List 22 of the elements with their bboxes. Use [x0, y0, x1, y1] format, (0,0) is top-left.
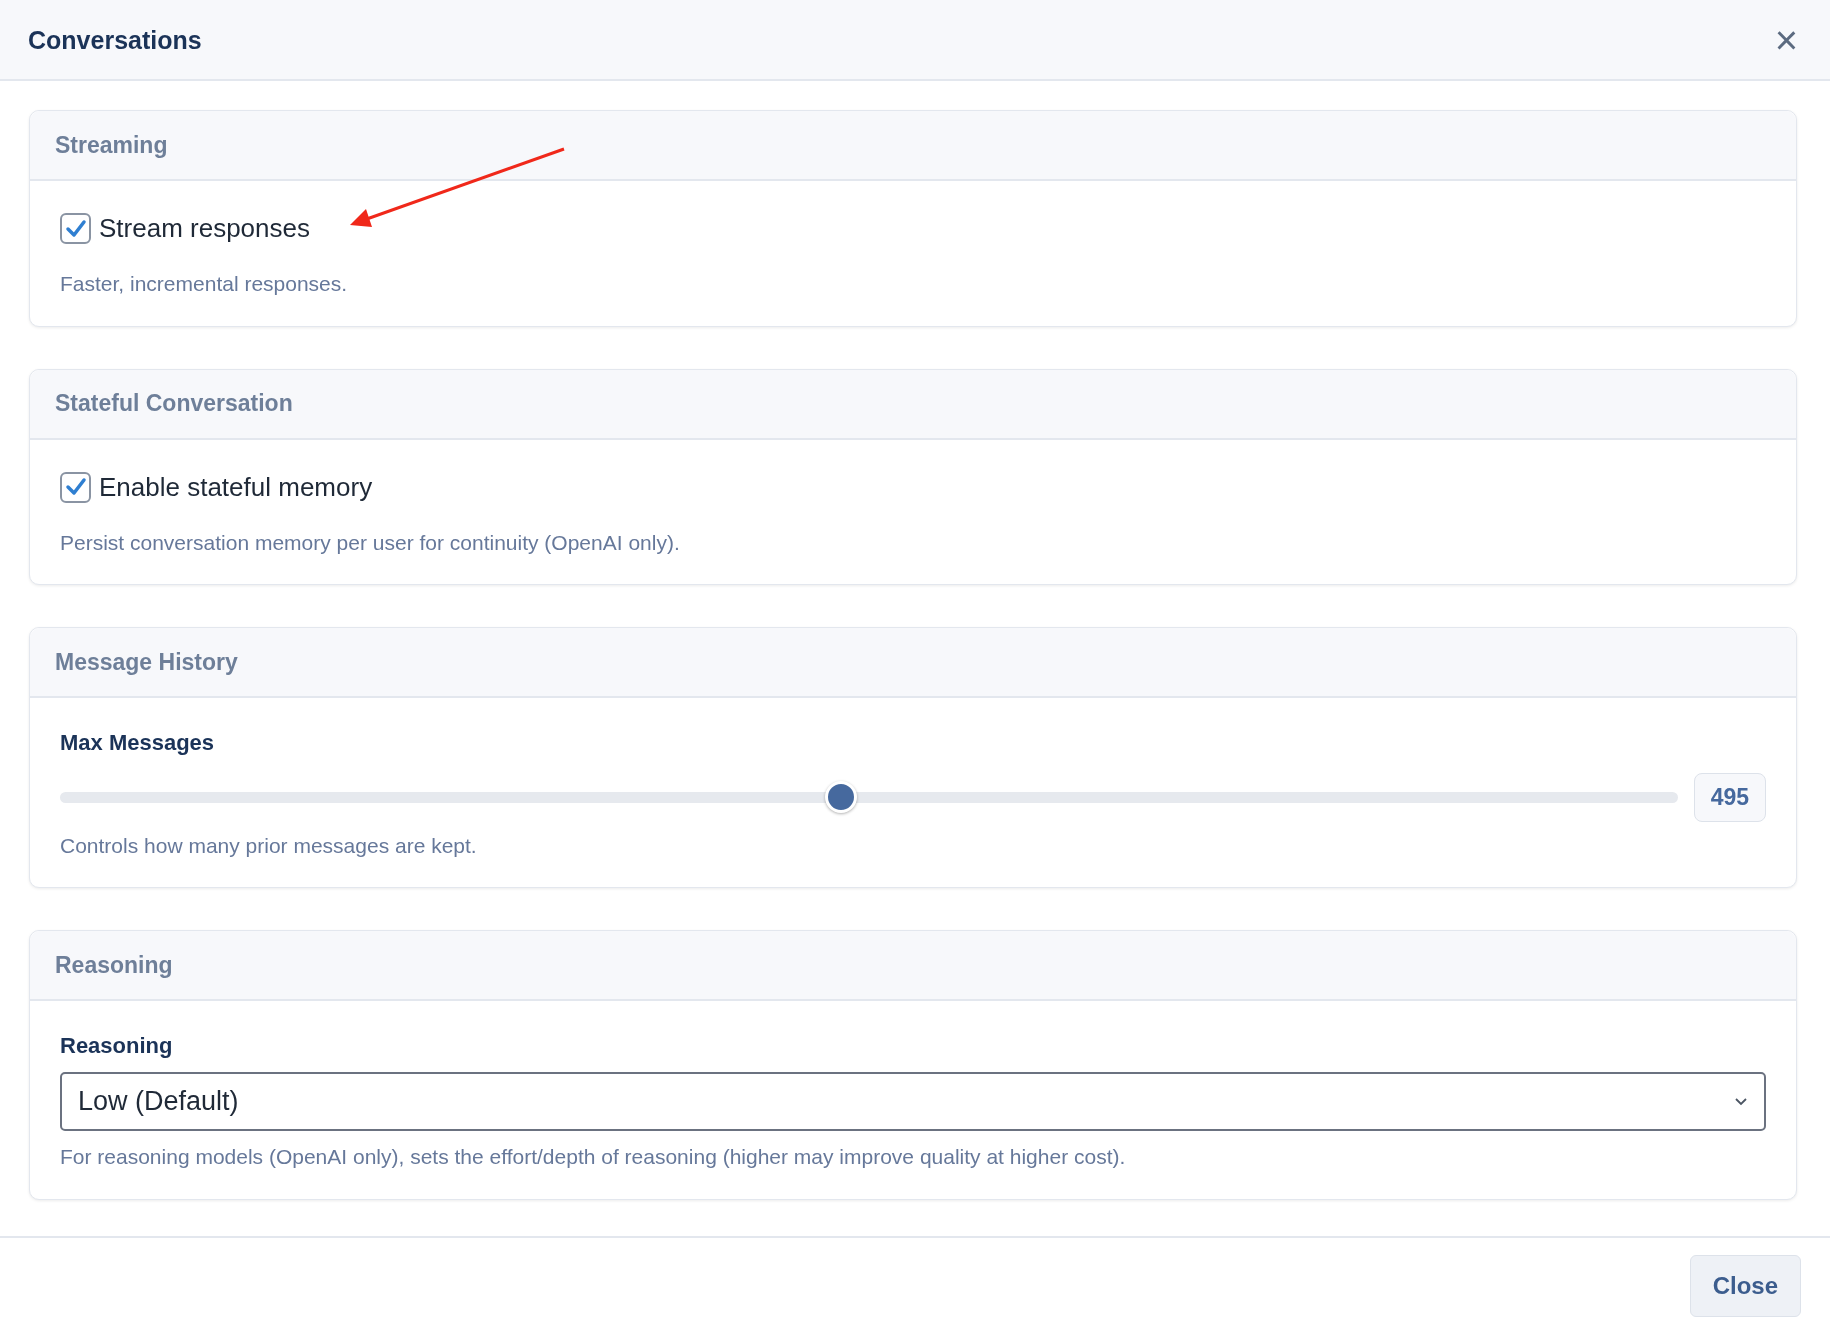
section-title: Message History: [55, 647, 238, 677]
section-title: Stateful Conversation: [55, 389, 293, 419]
checkbox[interactable]: [60, 471, 91, 503]
value-readout: 495: [1693, 773, 1766, 822]
select-field[interactable]: Low (Default): [60, 1072, 1766, 1131]
help-text: Persist conversation memory per user for continuity (OpenAI only).: [60, 529, 681, 556]
field-label: Reasoning: [60, 1032, 174, 1060]
help-text: Controls how many prior messages are kept.: [60, 832, 478, 859]
section-title: Streaming: [55, 130, 168, 160]
checkmark-icon: [64, 477, 87, 497]
help-text: For reasoning models (OpenAI only), sets the effort/depth of reasoning (higher may improve quality at higher cost).: [60, 1144, 1127, 1170]
checkbox[interactable]: [60, 213, 91, 244]
section-title: Reasoning: [55, 950, 173, 980]
close-button[interactable]: Close: [1689, 1255, 1801, 1317]
field-label: Max Messages: [60, 729, 216, 757]
checkbox-label[interactable]: Stream responses: [99, 209, 310, 248]
close-button[interactable]: ×: [1770, 19, 1802, 60]
help-text: Faster, incremental responses.: [60, 271, 349, 297]
checkmark-icon: [64, 218, 87, 239]
dialog-title: Conversations: [28, 24, 202, 55]
chevron-down-icon: [1734, 1097, 1748, 1106]
checkbox-label[interactable]: Enable stateful memory: [99, 467, 373, 507]
